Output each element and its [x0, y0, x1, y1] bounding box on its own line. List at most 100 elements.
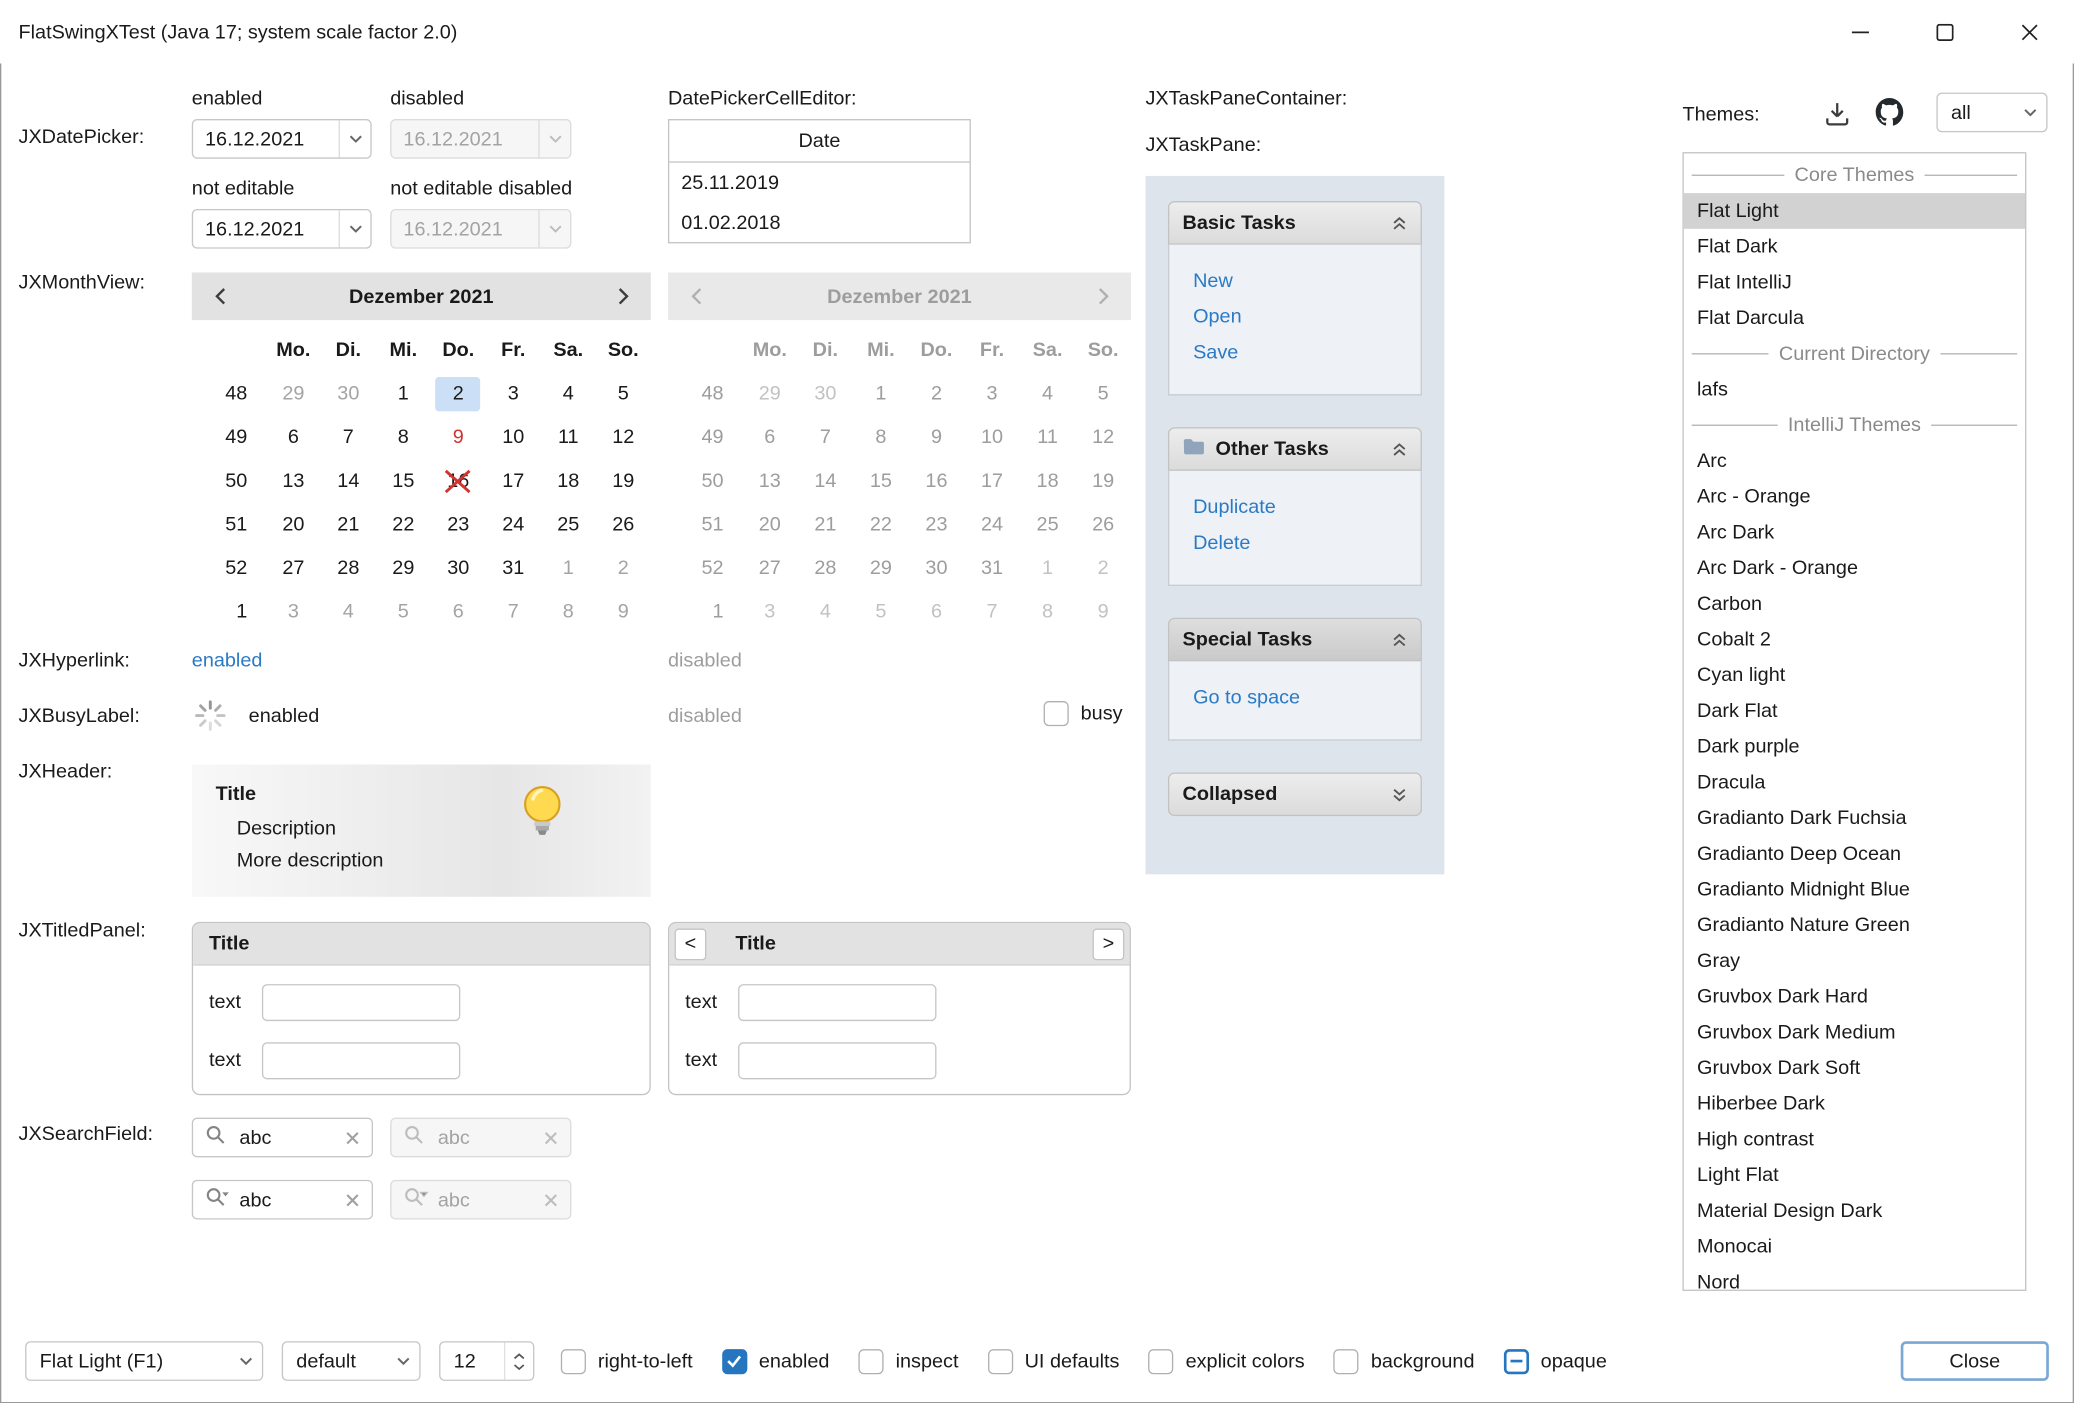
- github-button[interactable]: [1873, 95, 1906, 133]
- task-pane-header[interactable]: Special Tasks: [1168, 618, 1422, 662]
- day-cell[interactable]: 7: [486, 595, 541, 629]
- theme-list-item[interactable]: Flat Light: [1684, 193, 2025, 229]
- day-cell[interactable]: 6: [266, 420, 321, 454]
- day-cell[interactable]: 1: [541, 551, 596, 585]
- checkbox-inspect[interactable]: [859, 1348, 884, 1373]
- task-link[interactable]: Duplicate: [1193, 489, 1421, 525]
- search-icon[interactable]: [205, 1124, 230, 1150]
- next-button[interactable]: >: [1093, 928, 1125, 960]
- spinner-up-icon[interactable]: [513, 1352, 525, 1359]
- day-cell[interactable]: 22: [376, 507, 431, 541]
- theme-list-item[interactable]: Gray: [1684, 943, 2025, 979]
- checkbox-explicit-colors[interactable]: [1149, 1348, 1174, 1373]
- day-cell[interactable]: 23: [431, 507, 486, 541]
- theme-list-item[interactable]: Dark purple: [1684, 729, 2025, 765]
- next-month-button[interactable]: [606, 276, 640, 316]
- task-pane-header[interactable]: Other Tasks: [1168, 427, 1422, 471]
- font-combo[interactable]: default: [282, 1341, 421, 1381]
- theme-list-item[interactable]: Flat Darcula: [1684, 300, 2025, 336]
- theme-list-item[interactable]: Dracula: [1684, 765, 2025, 801]
- checkbox-ui-defaults[interactable]: [988, 1348, 1013, 1373]
- day-cell[interactable]: 14: [321, 464, 376, 498]
- checkbox-enabled[interactable]: [722, 1348, 747, 1373]
- collapse-icon[interactable]: [1391, 215, 1407, 231]
- search-input-value[interactable]: abc: [239, 1126, 336, 1148]
- day-cell[interactable]: 30: [431, 551, 486, 585]
- collapse-icon[interactable]: [1391, 441, 1407, 457]
- day-cell[interactable]: 8: [376, 420, 431, 454]
- search-input-value[interactable]: abc: [239, 1188, 336, 1210]
- theme-list-item[interactable]: Gradianto Deep Ocean: [1684, 836, 2025, 872]
- text-input[interactable]: [738, 1042, 936, 1079]
- minimize-button[interactable]: [1817, 0, 1902, 63]
- day-cell[interactable]: 4: [321, 595, 376, 629]
- text-input[interactable]: [738, 984, 936, 1021]
- theme-list-item[interactable]: High contrast: [1684, 1122, 2025, 1158]
- theme-list-item[interactable]: Material Design Dark: [1684, 1193, 2025, 1229]
- task-link[interactable]: Delete: [1193, 525, 1421, 561]
- day-cell[interactable]: 15: [376, 464, 431, 498]
- theme-list-item[interactable]: Gruvbox Dark Hard: [1684, 979, 2025, 1015]
- day-cell[interactable]: 18: [541, 464, 596, 498]
- day-cell[interactable]: 12: [596, 420, 651, 454]
- day-cell[interactable]: 20: [266, 507, 321, 541]
- text-input[interactable]: [262, 1042, 460, 1079]
- theme-list-item[interactable]: Monocai: [1684, 1229, 2025, 1265]
- theme-list-item[interactable]: Light Flat: [1684, 1157, 2025, 1193]
- day-cell[interactable]: 10: [486, 420, 541, 454]
- clear-button[interactable]: [345, 1192, 360, 1207]
- task-link[interactable]: Open: [1193, 299, 1421, 335]
- theme-list-item[interactable]: Cobalt 2: [1684, 622, 2025, 658]
- table-row[interactable]: 01.02.2018: [669, 202, 969, 242]
- chevron-down-icon[interactable]: [339, 120, 371, 157]
- checkbox-opaque[interactable]: [1504, 1348, 1529, 1373]
- search-field[interactable]: abc: [192, 1118, 373, 1158]
- spinner-down-icon[interactable]: [513, 1363, 525, 1370]
- day-cell[interactable]: 2: [431, 376, 486, 410]
- theme-list-item[interactable]: Arc Dark - Orange: [1684, 550, 2025, 586]
- search-field-with-menu[interactable]: abc: [192, 1180, 373, 1220]
- task-link[interactable]: Go to space: [1193, 680, 1421, 716]
- theme-list-item[interactable]: Cyan light: [1684, 657, 2025, 693]
- task-pane-header[interactable]: Basic Tasks: [1168, 201, 1422, 245]
- day-cell[interactable]: 27: [266, 551, 321, 585]
- day-cell[interactable]: 3: [486, 376, 541, 410]
- day-cell[interactable]: 24: [486, 507, 541, 541]
- expand-icon[interactable]: [1391, 786, 1407, 802]
- day-cell[interactable]: 8: [541, 595, 596, 629]
- clear-button[interactable]: [345, 1130, 360, 1145]
- search-menu-icon[interactable]: [205, 1186, 230, 1212]
- chevron-down-icon[interactable]: [339, 210, 371, 247]
- close-button[interactable]: Close: [1901, 1341, 2049, 1381]
- theme-list-item[interactable]: Arc: [1684, 443, 2025, 479]
- laf-combo[interactable]: Flat Light (F1): [25, 1341, 263, 1381]
- collapse-icon[interactable]: [1391, 632, 1407, 648]
- theme-list-item[interactable]: Gruvbox Dark Soft: [1684, 1050, 2025, 1086]
- day-cell[interactable]: 21: [321, 507, 376, 541]
- task-link[interactable]: Save: [1193, 335, 1421, 371]
- day-cell[interactable]: 9: [596, 595, 651, 629]
- theme-list-item[interactable]: Gradianto Nature Green: [1684, 907, 2025, 943]
- day-cell[interactable]: 30: [321, 376, 376, 410]
- day-cell[interactable]: 2: [596, 551, 651, 585]
- task-link[interactable]: New: [1193, 263, 1421, 299]
- day-cell[interactable]: 29: [376, 551, 431, 585]
- day-cell[interactable]: 31: [486, 551, 541, 585]
- checkbox-background[interactable]: [1334, 1348, 1359, 1373]
- theme-list-item[interactable]: Gradianto Midnight Blue: [1684, 872, 2025, 908]
- day-cell[interactable]: 28: [321, 551, 376, 585]
- datepicker-enabled[interactable]: 16.12.2021: [192, 119, 372, 159]
- close-window-button[interactable]: [1987, 0, 2072, 63]
- day-cell[interactable]: 4: [541, 376, 596, 410]
- day-cell[interactable]: 5: [376, 595, 431, 629]
- text-input[interactable]: [262, 984, 460, 1021]
- table-row[interactable]: 25.11.2019: [669, 163, 969, 203]
- day-cell[interactable]: 13: [266, 464, 321, 498]
- day-cell[interactable]: 9: [431, 420, 486, 454]
- day-cell[interactable]: 19: [596, 464, 651, 498]
- theme-list-item[interactable]: Carbon: [1684, 586, 2025, 622]
- prev-button[interactable]: <: [675, 928, 707, 960]
- theme-list-item[interactable]: Flat IntelliJ: [1684, 265, 2025, 301]
- day-cell[interactable]: 3: [266, 595, 321, 629]
- font-size-spinner[interactable]: 12: [439, 1341, 534, 1381]
